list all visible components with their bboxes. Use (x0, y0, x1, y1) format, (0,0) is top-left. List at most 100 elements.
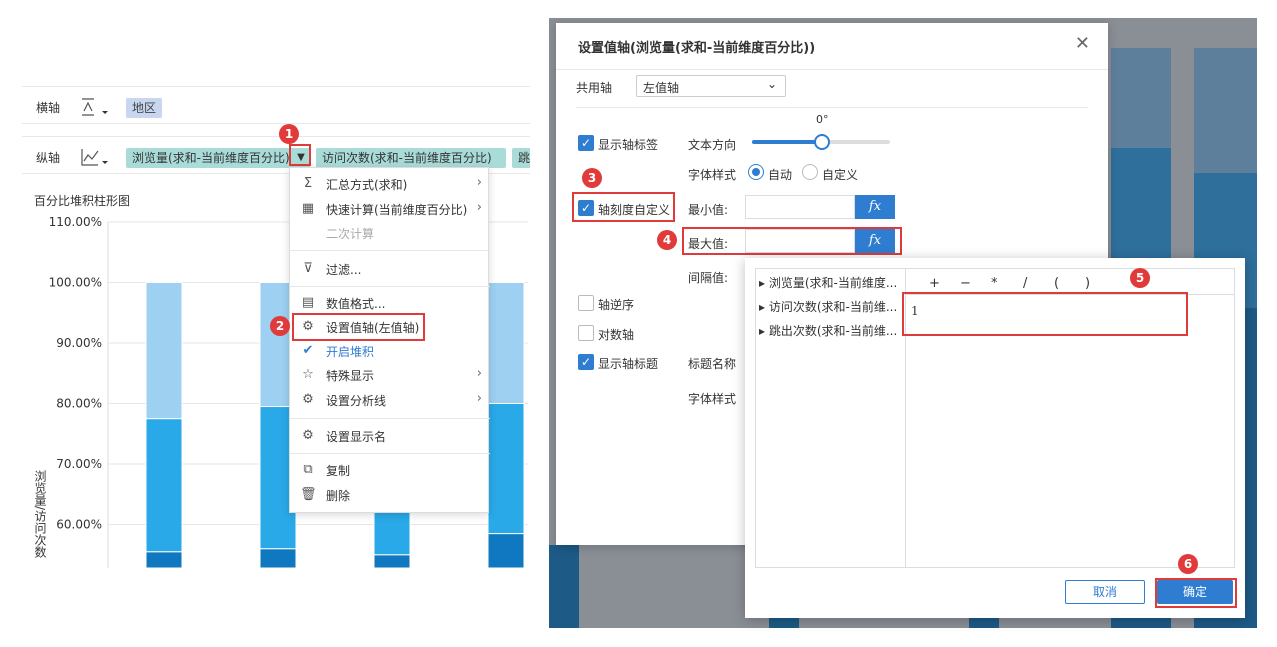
text-direction-slider[interactable] (752, 134, 890, 150)
bar-segment[interactable] (145, 551, 183, 568)
star-icon: ☆ (302, 367, 314, 382)
y-pill-bounce[interactable]: 跳 (512, 148, 530, 168)
chevron-right-icon: › (476, 366, 482, 381)
bar-segment[interactable] (259, 548, 297, 568)
menu-item-delete[interactable]: 🗑 删除 (290, 483, 490, 507)
menu-item-analysis-line[interactable]: ⚙ 设置分析线 › (290, 388, 490, 412)
y-axis-label: 纵轴 (36, 151, 61, 165)
calc-icon: ▦ (301, 201, 315, 216)
shared-axis-select[interactable]: 左值轴 ⌄ (636, 75, 786, 97)
highlight-custom-scale (572, 192, 675, 222)
chevron-right-icon: › (476, 175, 482, 190)
menu-item-display-name[interactable]: ⚙ 设置显示名 (290, 424, 490, 448)
menu-item-label: 开启堆积 (326, 345, 375, 359)
menu-item-number-format[interactable]: ▤ 数值格式... (290, 291, 490, 315)
field-pageviews[interactable]: ▸ 浏览量(求和-当前维度... (759, 274, 897, 291)
y-pill-pageviews[interactable]: 浏览量(求和-当前维度百分比) (126, 148, 294, 168)
field-label: 跳出次数(求和-当前维... (768, 324, 898, 338)
bar-segment[interactable] (373, 554, 411, 568)
text-direction-label: 文本方向 (688, 138, 737, 152)
op-multiply[interactable]: * (991, 276, 998, 291)
highlight-ok-button (1155, 578, 1237, 608)
op-plus[interactable]: + (929, 276, 940, 291)
menu-item-label: 复制 (326, 464, 351, 478)
show-axis-label-checkbox[interactable]: ✓ (578, 135, 594, 151)
x-pill-region[interactable]: 地区 (126, 98, 163, 118)
highlight-dropdown (289, 144, 311, 166)
menu-divider (290, 286, 490, 287)
menu-divider (290, 418, 490, 419)
cancel-button[interactable]: 取消 (1065, 580, 1145, 604)
section-divider (576, 107, 1088, 108)
font-auto-radio[interactable] (748, 164, 764, 180)
bar-segment[interactable] (487, 282, 525, 404)
filter-icon: ⊽ (303, 261, 313, 276)
y-tick-label: 70.00% (56, 457, 102, 471)
op-lparen[interactable]: ( (1054, 276, 1059, 291)
menu-item-label: 设置分析线 (326, 394, 387, 408)
step-marker-2: 2 (270, 316, 290, 336)
close-icon[interactable]: ✕ (1075, 33, 1090, 54)
step-marker-4: 4 (657, 230, 677, 250)
copy-icon: ⧉ (303, 462, 313, 477)
field-label: 浏览量(求和-当前维度... (768, 276, 898, 290)
text-direction-value: 0° (816, 113, 829, 126)
y-tick-label: 110.00% (49, 215, 102, 229)
show-axis-label-text: 显示轴标签 (598, 138, 659, 152)
y-tick-label: 90.00% (56, 336, 102, 350)
menu-item-enable-stack[interactable]: ✔ 开启堆积 (290, 339, 490, 363)
title-name-label: 标题名称 (688, 357, 737, 371)
format-icon: ▤ (301, 295, 315, 310)
menu-item-special-display[interactable]: ☆ 特殊显示 › (290, 363, 490, 387)
chart-type-icon[interactable] (80, 97, 112, 117)
menu-item-label: 过滤... (326, 263, 362, 277)
menu-item-copy[interactable]: ⧉ 复制 (290, 458, 490, 482)
op-rparen[interactable]: ) (1085, 276, 1090, 291)
bar-segment[interactable] (487, 533, 525, 568)
x-axis-label: 横轴 (36, 101, 61, 115)
step-marker-6: 6 (1178, 554, 1198, 574)
step-marker-5: 5 (1130, 268, 1150, 288)
menu-item-filter[interactable]: ⊽ 过滤... (290, 257, 490, 281)
y-pill-visits[interactable]: 访问次数(求和-当前维度百分比) (316, 148, 506, 168)
menu-divider (290, 250, 490, 251)
show-axis-title-checkbox[interactable]: ✓ (578, 354, 594, 370)
show-axis-title-label: 显示轴标题 (598, 357, 659, 371)
bar-segment[interactable] (145, 418, 183, 553)
min-value-input[interactable] (745, 195, 855, 219)
menu-item-label: 设置显示名 (326, 430, 387, 444)
menu-item-aggregation[interactable]: Σ 汇总方式(求和) › (290, 172, 490, 196)
gear-icon: ⚙ (302, 392, 314, 407)
y-tick-label: 60.00% (56, 518, 102, 532)
op-minus[interactable]: − (960, 276, 971, 291)
log-axis-checkbox[interactable] (578, 325, 594, 341)
menu-item-label: 二次计算 (326, 227, 375, 241)
menu-divider (290, 453, 490, 454)
field-bounces[interactable]: ▸ 跳出次数(求和-当前维... (759, 322, 897, 339)
menu-item-label: 特殊显示 (326, 369, 375, 383)
font-auto-label: 自动 (768, 168, 793, 182)
shared-axis-label: 共用轴 (576, 81, 613, 95)
y-tick-label: 80.00% (56, 397, 102, 411)
sigma-icon: Σ (303, 176, 313, 191)
slider-handle[interactable] (814, 134, 830, 150)
min-fx-button[interactable]: fx (855, 195, 895, 219)
y-axis-title: 浏览量/访问次数 (33, 470, 47, 559)
chevron-right-icon: › (476, 391, 482, 406)
reverse-axis-checkbox[interactable] (578, 295, 594, 311)
chevron-right-icon: › (476, 200, 482, 215)
line-chart-icon[interactable] (80, 147, 112, 167)
menu-item-quick-calc[interactable]: ▦ 快速计算(当前维度百分比) › (290, 197, 490, 221)
bar-segment[interactable] (487, 403, 525, 535)
field-label: 访问次数(求和-当前维... (768, 300, 898, 314)
menu-item-label: 汇总方式(求和) (326, 178, 408, 192)
step-marker-1: 1 (279, 124, 299, 144)
reverse-axis-label: 轴逆序 (598, 298, 635, 312)
font-custom-radio[interactable] (802, 164, 818, 180)
min-value-label: 最小值: (688, 203, 729, 217)
shared-axis-value: 左值轴 (643, 81, 680, 95)
op-divide[interactable]: / (1023, 276, 1027, 291)
bar-segment[interactable] (145, 282, 183, 420)
field-visits[interactable]: ▸ 访问次数(求和-当前维... (759, 298, 897, 315)
highlight-max-value (682, 227, 902, 255)
